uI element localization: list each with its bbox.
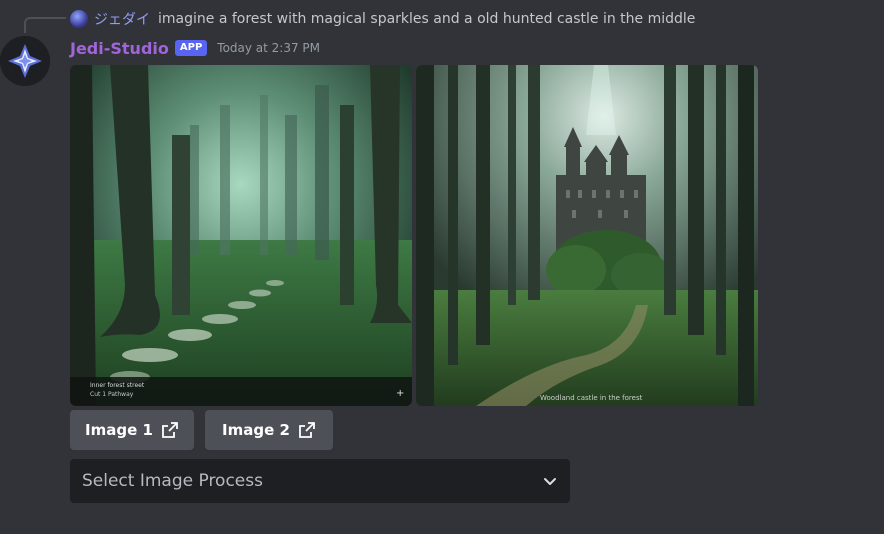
- timestamp[interactable]: Today at 2:37 PM: [217, 41, 320, 55]
- image-1-caption-1: Inner forest street: [90, 382, 145, 389]
- generated-image-2[interactable]: Woodland castle in the forest: [416, 65, 758, 406]
- generated-image-1[interactable]: Inner forest street Cut 1 Pathway +: [70, 65, 412, 406]
- select-placeholder: Select Image Process: [82, 471, 263, 491]
- external-link-icon: [162, 422, 178, 438]
- image-2-button[interactable]: Image 2: [205, 410, 333, 450]
- message-root: ジェダイ imagine a forest with magical spark…: [0, 0, 884, 534]
- image-2-button-label: Image 2: [222, 421, 290, 439]
- image-1-button[interactable]: Image 1: [70, 410, 194, 450]
- chevron-down-icon: [544, 478, 556, 485]
- reply-preview[interactable]: ジェダイ imagine a forest with magical spark…: [70, 8, 695, 30]
- image-1-plus-mark: +: [396, 388, 404, 399]
- author-name[interactable]: Jedi-Studio: [70, 39, 169, 58]
- image-1-button-label: Image 1: [85, 421, 153, 439]
- avatar[interactable]: [0, 36, 50, 86]
- image-2-watermark: Woodland castle in the forest: [540, 394, 643, 402]
- jedi-logo-icon: [0, 36, 50, 86]
- reply-connector: [24, 17, 66, 33]
- reply-username[interactable]: ジェダイ: [94, 9, 150, 29]
- app-badge: APP: [174, 40, 208, 56]
- reply-text[interactable]: imagine a forest with magical sparkles a…: [158, 11, 695, 27]
- message-header: Jedi-Studio APP Today at 2:37 PM: [70, 36, 320, 60]
- reply-avatar[interactable]: [70, 10, 88, 28]
- image-1-caption-2: Cut 1 Pathway: [90, 391, 134, 398]
- image-process-select[interactable]: Select Image Process: [70, 459, 570, 503]
- external-link-icon: [299, 422, 315, 438]
